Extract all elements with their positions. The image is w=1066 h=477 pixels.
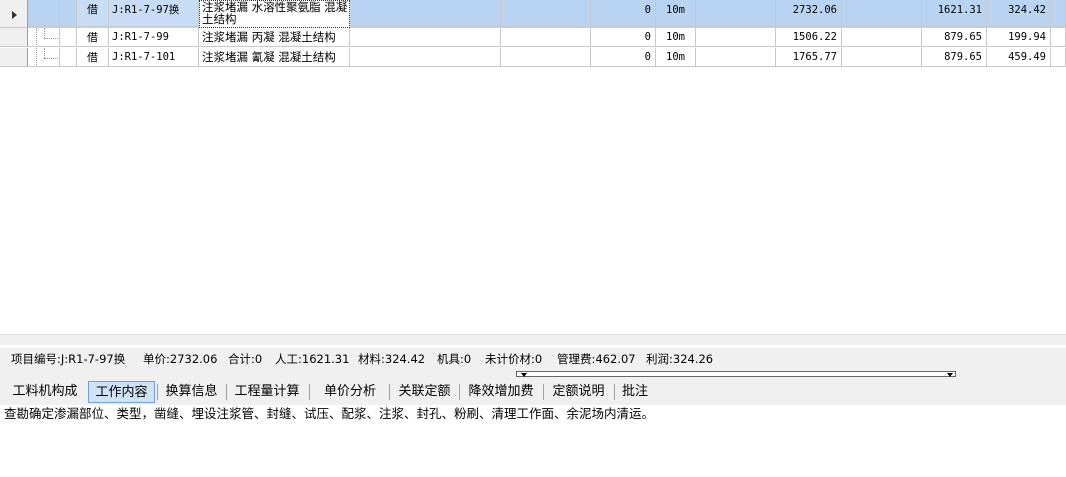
material-cell[interactable]: 199.94 [987, 28, 1051, 47]
name-cell[interactable]: 注浆堵漏 丙凝 混凝土结构 [199, 28, 350, 47]
qty-cell[interactable]: 0 [591, 0, 656, 27]
row-header[interactable] [0, 48, 28, 67]
table-row[interactable]: 借 J:R1-7-101 注浆堵漏 氰凝 混凝土结构 0 10m 1765.77… [0, 48, 1066, 68]
tab-annotation[interactable]: 批注 [618, 381, 652, 403]
name-edit-field[interactable]: 注浆堵漏 水溶性聚氨脂 混凝土结构 [199, 0, 350, 28]
tab-separator [309, 384, 310, 400]
detail-tabbar: 工料机构成 工作内容 换算信息 工程量计算 单价分析 关联定额 降效增加费 定额… [0, 378, 1066, 406]
tree-cell [28, 28, 44, 47]
quota-grid: 借 J:R1-7-97换 注浆堵漏 水溶性聚氨脂 混凝土结构 0 10m 273… [0, 0, 1066, 334]
current-row-icon [12, 11, 17, 19]
tree-cell [28, 0, 44, 27]
tab-separator [157, 384, 158, 400]
check-cell[interactable] [60, 48, 77, 67]
price-cell[interactable]: 1506.22 [776, 28, 842, 47]
type-cell[interactable]: 借 [77, 0, 109, 27]
empty-cell [696, 48, 776, 67]
tab-separator [226, 384, 227, 400]
empty-cell [842, 28, 922, 47]
empty-cell [1051, 0, 1066, 27]
row-header[interactable] [0, 28, 28, 47]
tab-separator [543, 384, 544, 400]
tab-conversion-info[interactable]: 换算信息 [160, 381, 223, 403]
empty-cell [696, 28, 776, 47]
code-cell[interactable]: J:R1-7-97换 [109, 0, 199, 27]
empty-cell [842, 48, 922, 67]
qty-cell[interactable]: 0 [591, 48, 656, 67]
tree-cell [44, 28, 60, 47]
horizontal-scrollbar[interactable] [0, 334, 1066, 345]
tab-quantity-calc[interactable]: 工程量计算 [229, 381, 305, 403]
arrow-down-icon [521, 373, 527, 377]
empty-cell [842, 0, 922, 27]
material-cell[interactable]: 324.42 [987, 0, 1051, 27]
empty-cell [1051, 48, 1066, 67]
material-cell[interactable]: 459.49 [987, 48, 1051, 67]
labor-cell[interactable]: 879.65 [922, 28, 987, 47]
unit-cell[interactable]: 10m [656, 48, 696, 67]
info-unit-price: 单价:2732.06 [143, 352, 218, 366]
tab-gongliaoji[interactable]: 工料机构成 [6, 381, 84, 403]
tab-unit-price-analysis[interactable]: 单价分析 [315, 381, 385, 403]
tab-quota-notes[interactable]: 定额说明 [547, 381, 610, 403]
arrow-down-icon [947, 373, 953, 377]
tab-work-content[interactable]: 工作内容 [88, 381, 155, 403]
tab-efficiency-fee[interactable]: 降效增加费 [463, 381, 539, 403]
info-machine: 机具:0 [437, 352, 472, 366]
table-row[interactable]: 借 J:R1-7-97换 注浆堵漏 水溶性聚氨脂 混凝土结构 0 10m 273… [0, 0, 1066, 28]
quota-info-bar: 项目编号:J:R1-7-97换 单价:2732.06 合计:0 人工:1621.… [0, 348, 1066, 370]
code-cell[interactable]: J:R1-7-101 [109, 48, 199, 67]
tree-cell [44, 0, 60, 27]
check-cell[interactable] [60, 0, 77, 27]
empty-cell [501, 0, 591, 27]
info-material: 材料:324.42 [358, 352, 426, 366]
check-cell[interactable] [60, 28, 77, 47]
empty-cell [350, 28, 501, 47]
type-cell[interactable]: 借 [77, 48, 109, 67]
empty-cell [1051, 28, 1066, 47]
row-header[interactable] [0, 0, 28, 28]
splitter-handle[interactable] [516, 371, 956, 377]
unit-cell[interactable]: 10m [656, 28, 696, 47]
type-cell[interactable]: 借 [77, 28, 109, 47]
empty-cell [350, 48, 501, 67]
empty-cell [350, 0, 501, 27]
name-cell[interactable]: 注浆堵漏 氰凝 混凝土结构 [199, 48, 350, 67]
code-cell[interactable]: J:R1-7-99 [109, 28, 199, 47]
empty-cell [501, 28, 591, 47]
tab-separator [614, 384, 615, 400]
tab-separator [389, 384, 390, 400]
labor-cell[interactable]: 1621.31 [922, 0, 987, 27]
tree-cell [28, 48, 44, 67]
qty-cell[interactable]: 0 [591, 28, 656, 47]
info-code: 项目编号:J:R1-7-97换 [11, 352, 126, 366]
unit-cell[interactable]: 10m [656, 0, 696, 27]
tab-separator [459, 384, 460, 400]
price-cell[interactable]: 1765.77 [776, 48, 842, 67]
work-content-text: 查勘确定渗漏部位、类型，凿缝、埋设注浆管、封缝、试压、配浆、注浆、封孔、粉刷、清… [0, 405, 1066, 477]
info-profit: 利润:324.26 [646, 352, 714, 366]
price-cell[interactable]: 2732.06 [776, 0, 842, 27]
empty-cell [696, 0, 776, 27]
info-total: 合计:0 [228, 352, 263, 366]
panel-splitter[interactable] [0, 370, 1066, 378]
info-unpriced: 未计价材:0 [485, 352, 543, 366]
tree-cell [44, 48, 60, 67]
labor-cell[interactable]: 879.65 [922, 48, 987, 67]
tab-related-quota[interactable]: 关联定额 [393, 381, 456, 403]
empty-cell [501, 48, 591, 67]
table-row[interactable]: 借 J:R1-7-99 注浆堵漏 丙凝 混凝土结构 0 10m 1506.22 … [0, 28, 1066, 48]
info-labor: 人工:1621.31 [275, 352, 350, 366]
info-mgmt: 管理费:462.07 [557, 352, 636, 366]
